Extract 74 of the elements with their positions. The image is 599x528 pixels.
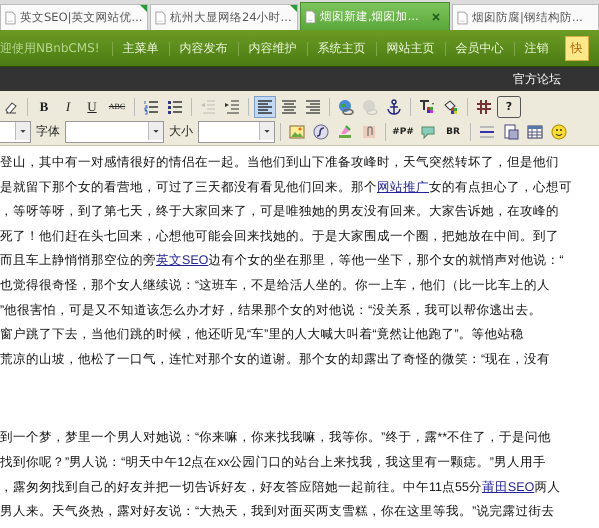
bullet-list-icon	[167, 98, 183, 114]
nav-link[interactable]: 网站主页	[376, 40, 445, 57]
outdent-icon	[200, 98, 216, 114]
align-left-button[interactable]	[254, 96, 276, 118]
text-link[interactable]: 英文SEO	[156, 253, 208, 268]
text-line: 荒凉的山坡，他松了一口气，连忙对那个女的道谢。那个女的却露出了奇怪的微笑：“现在，没有	[0, 350, 552, 368]
hash-grid-icon	[476, 98, 492, 114]
page-icon	[305, 10, 316, 24]
text-line: ”他很害怕，可是又不知道该怎么办才好，结果那个女的对他说：“没关系，我可以帮你逃出去。	[0, 302, 542, 319]
fill-color-icon	[443, 98, 459, 114]
text-color-icon	[419, 98, 435, 114]
caret-icon	[148, 122, 163, 140]
document-icon	[503, 124, 519, 140]
forum-link[interactable]: 官方论坛	[513, 70, 561, 88]
smiley-icon	[551, 124, 567, 140]
globe-link-icon	[338, 98, 354, 114]
strike-button[interactable]: ABC	[105, 96, 129, 118]
corner-flag-icon	[140, 5, 147, 12]
tab-title: 烟囱防腐|钢结构防...	[472, 10, 583, 25]
indent-icon	[224, 98, 240, 114]
text-link[interactable]: 莆田SEO	[482, 480, 534, 494]
welcome-text: 迎使用NBnbCMS!	[0, 40, 101, 57]
picture-icon	[289, 124, 305, 140]
anchor-icon	[386, 98, 402, 114]
page-icon	[5, 10, 16, 24]
text-line: 到一个梦，梦里一个男人对她说：“你来嘛，你来找我嘛，我等你。”终于，露**不住了，于是问他	[0, 429, 552, 446]
text-line: ，露匆匆找到自己的好友并把一切告诉好友，好友答应陪她一起前往。中午11点55分莆田SEO两人	[0, 478, 562, 496]
align-center-icon	[281, 98, 297, 114]
nav-link[interactable]: 内容发布	[170, 40, 238, 57]
nav-link[interactable]: 会员中心	[446, 40, 514, 57]
text-link[interactable]: 网站推广	[377, 180, 429, 194]
tab-title: 英文SEO|英文网站优...	[20, 10, 142, 25]
tab-title: 烟囱新建,烟囱加...	[320, 9, 419, 24]
help-button[interactable]: ?	[497, 96, 521, 118]
underline-button[interactable]: U	[81, 96, 103, 118]
page-icon	[457, 10, 468, 24]
corner-flag-icon	[290, 5, 297, 12]
text-line: 是就留下那个女的看营地，可过了三天都没有看见他们回来。那个网站推广女的有点担心了，心想可	[0, 178, 573, 196]
table-icon	[527, 124, 543, 140]
text-line: 登山，其中有一对感情很好的情侣在一起。当他们到山下准备攻峰时，天气突然转坏了，但是他们	[0, 154, 560, 171]
nav-link[interactable]: 内容维护	[238, 40, 307, 57]
nav-link[interactable]: 主菜单	[112, 40, 169, 57]
page-icon	[155, 10, 166, 24]
text-line: 也觉得很奇怪，那个女人继续说：“这班车，不是给活人坐的。你一上车，他们（比一比车上的人	[0, 276, 552, 294]
flash-icon	[313, 124, 329, 140]
line-break-button[interactable]: BR	[441, 120, 465, 142]
caret-icon	[15, 122, 30, 140]
bold-button[interactable]: B	[33, 96, 55, 118]
browser-tab[interactable]: 英文SEO|英文网站优...	[0, 4, 148, 30]
horizontal-rule-icon	[479, 124, 495, 140]
speech-bubble-icon	[420, 124, 436, 140]
paperclip-icon	[361, 124, 377, 140]
browser-tab[interactable]: 杭州大显网络24小时...	[150, 4, 298, 30]
numbered-list-icon	[143, 98, 159, 114]
browser-tab[interactable]: 烟囱防腐|钢结构防...	[452, 4, 599, 30]
caret-icon	[259, 122, 274, 140]
field-label: 字体	[35, 123, 61, 140]
text-line: 而且车上静悄悄那空位的旁英文SEO边有个女的坐在那里，等他一坐下，那个女的就悄声对他说：“	[0, 252, 565, 270]
tab-title: 杭州大显网络24小时...	[170, 10, 292, 25]
text-line: 窗户跳了下去，当他们跳的时候，他还听见“车”里的人大喊大叫着“竟然让他跑了”。等他站稳	[0, 326, 525, 344]
align-left-icon	[257, 98, 273, 114]
italic-button[interactable]: I	[57, 96, 79, 118]
align-right-icon	[305, 98, 321, 114]
text-line: 死了！他们赶在头七回来，心想他可能会回来找她的。于是大家围成一个圈，把她放在中间。到了	[0, 228, 560, 245]
text-line: 找到你呢？”男人说：“明天中午12点在xx公园门口的站台上来找我，我这里有一颗痣。”男人用手	[0, 454, 547, 471]
nav-link[interactable]: 注销	[514, 40, 559, 57]
close-icon[interactable]	[431, 12, 441, 22]
page-break-button[interactable]: #P#	[391, 120, 415, 142]
globe-unlink-icon	[362, 98, 378, 114]
text-line: ，等呀等呀，到了第七天，终于大家回来了，可是唯独她的男友没有回来。大家告诉她，在攻峰的	[0, 203, 560, 220]
text-line: 男人来。天气炎热，露对好友说：“大热天，我到对面买两支雪糕，你在这里等我。”说完露过街去	[0, 503, 556, 520]
field-label: 大小	[168, 123, 194, 140]
nav-link[interactable]: 系统主页	[308, 40, 376, 57]
quick-button[interactable]: 快	[564, 36, 589, 61]
